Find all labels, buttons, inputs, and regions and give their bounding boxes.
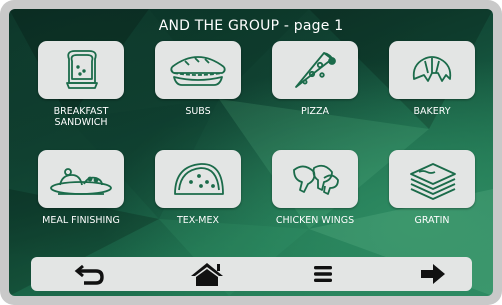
back-arrow-icon: [74, 264, 104, 285]
bottom-navigation-bar: [31, 257, 472, 291]
home-icon: [191, 263, 223, 286]
tile-label-meal-finishing: MEAL FINISHING: [42, 215, 120, 226]
sub-sandwich-icon: [170, 56, 226, 86]
page-title: AND THE GROUP - page 1: [158, 18, 344, 34]
category-tile-breakfast-sandwich[interactable]: [38, 41, 124, 99]
category-tile-gratin[interactable]: [389, 150, 475, 208]
touch-screen: AND THE GROUP - page 1 BREAKFAST SANDWIC…: [9, 9, 493, 296]
tile-label-pizza: PIZZA: [300, 106, 330, 117]
home-button[interactable]: [177, 257, 237, 291]
chicken-wings-icon: [293, 164, 339, 195]
tile-label-tex-mex: TEX-MEX: [177, 215, 219, 226]
tile-label-gratin: GRATIN: [414, 215, 450, 226]
croissant-icon: [412, 56, 452, 82]
menu-icon: [314, 266, 332, 282]
pizza-slice-icon: [295, 52, 336, 88]
tile-label-bakery: BAKERY: [413, 106, 451, 117]
category-tile-subs[interactable]: [155, 41, 241, 99]
category-tile-meal-finishing[interactable]: [38, 150, 124, 208]
gratin-layers-icon: [410, 163, 456, 200]
sandwich-icon: [66, 50, 98, 89]
plated-meal-icon: [50, 168, 112, 195]
taco-icon: [174, 163, 224, 195]
forward-button[interactable]: [403, 257, 463, 291]
tile-label-breakfast-sandwich: BREAKFAST SANDWICH: [53, 106, 109, 128]
category-tile-tex-mex[interactable]: [155, 150, 241, 208]
forward-arrow-icon: [421, 264, 445, 284]
menu-button[interactable]: [293, 257, 353, 291]
category-tile-bakery[interactable]: [389, 41, 475, 99]
back-button[interactable]: [61, 257, 121, 291]
tile-label-subs: SUBS: [185, 106, 211, 117]
device-bezel: AND THE GROUP - page 1 BREAKFAST SANDWIC…: [0, 0, 502, 305]
category-tile-chicken-wings[interactable]: [272, 150, 358, 208]
category-tile-pizza[interactable]: [272, 41, 358, 99]
tile-label-chicken-wings: CHICKEN WINGS: [275, 215, 355, 226]
